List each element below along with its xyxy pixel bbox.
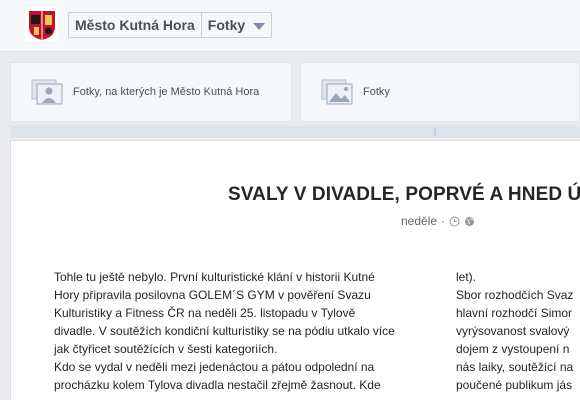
- body-line: Kulturistiky a Fitness ČR na neděli 25. …: [54, 306, 356, 320]
- tagged-photos-icon: [31, 79, 63, 105]
- post-panel: SVALY V DIVADLE, POPRVÉ A HNED ÚS neděle…: [10, 140, 580, 400]
- body-line: Sbor rozhodčích Svaz: [456, 288, 574, 302]
- body-line: nás laiky, soutěžící na: [456, 360, 574, 374]
- section-label: Fotky: [207, 17, 246, 33]
- tagged-photos-tile[interactable]: Fotky, na kterých je Město Kutná Hora: [10, 62, 292, 122]
- post-body-column-2: let). Sbor rozhodčích Svaz hlavní rozhod…: [456, 268, 580, 394]
- photos-label: Fotky: [363, 86, 390, 98]
- divider-notch: [434, 128, 436, 136]
- body-line: jak čtyřicet soutěžících v šesti kategor…: [54, 342, 278, 356]
- body-line: vyrýsovanost svalový: [456, 324, 570, 338]
- body-line: Hory připravila posilovna GOLEM´S GYM v …: [54, 288, 371, 302]
- post-title: SVALY V DIVADLE, POPRVÉ A HNED ÚS: [228, 184, 580, 205]
- post-meta: neděle ·: [401, 214, 475, 228]
- album-tiles: Fotky, na kterých je Město Kutná Hora Fo…: [10, 62, 580, 122]
- meta-separator: ·: [441, 214, 446, 228]
- tagged-photos-label: Fotky, na kterých je Město Kutná Hora: [73, 86, 260, 98]
- body-line: Kdo se vydal v neděli mezi jedenáctou a …: [54, 360, 375, 374]
- body-line: divadle. V soutěžích kondiční kulturisti…: [54, 324, 395, 338]
- section-dropdown[interactable]: Fotky: [200, 13, 271, 37]
- chevron-down-icon: [253, 22, 266, 30]
- globe-icon[interactable]: [464, 216, 475, 227]
- body-line: hlavní rozhodčí Simor: [456, 306, 573, 320]
- body-line: Tohle tu ještě nebylo. První kulturistic…: [54, 270, 375, 284]
- body-line: poučené publikum jás: [456, 378, 573, 392]
- photos-icon: [321, 79, 353, 105]
- clock-icon: [449, 216, 460, 226]
- page-breadcrumb: Město Kutná Hora Fotky: [68, 12, 273, 38]
- page-name-link[interactable]: Město Kutná Hora: [69, 13, 201, 37]
- section-divider: [10, 126, 580, 138]
- page-header: Město Kutná Hora Fotky: [0, 0, 580, 52]
- body-line: let).: [456, 270, 477, 284]
- body-line: procházku kolem Tylova divadla nestačil …: [54, 378, 381, 392]
- post-day[interactable]: neděle: [401, 214, 437, 228]
- post-body-column-1: Tohle tu ještě nebylo. První kulturistic…: [54, 268, 416, 394]
- city-coat-of-arms-logo[interactable]: [25, 7, 59, 41]
- photos-tile[interactable]: Fotky: [300, 62, 580, 122]
- body-line: dojem z vystoupení n: [456, 342, 570, 356]
